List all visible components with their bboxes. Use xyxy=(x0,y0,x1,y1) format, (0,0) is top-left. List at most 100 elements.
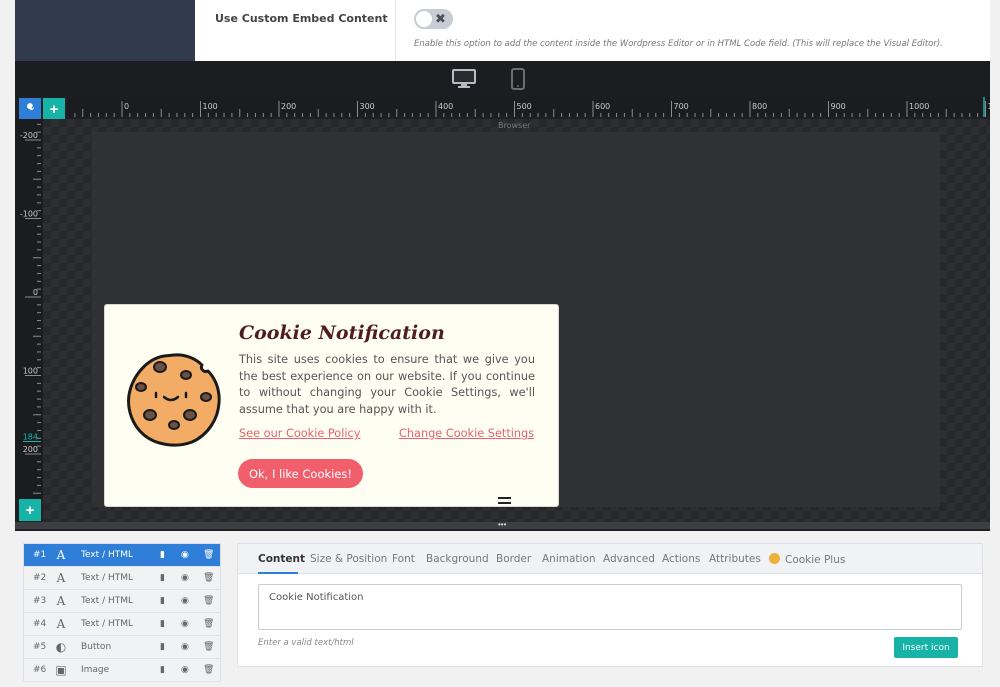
tab-cookie-plus[interactable]: Cookie Plus xyxy=(769,553,845,566)
duplicate-icon[interactable]: ▮ xyxy=(160,642,165,652)
layer-name: Image xyxy=(81,665,110,675)
tab-background[interactable]: Background xyxy=(426,553,489,565)
tab-label: Content xyxy=(258,553,306,565)
tab-attributes[interactable]: Attributes xyxy=(709,553,761,565)
toggle-knob xyxy=(416,11,432,27)
tab-label: Font xyxy=(392,553,415,565)
desktop-icon[interactable] xyxy=(452,69,476,89)
editor-settings-button[interactable] xyxy=(19,98,41,120)
trash-icon[interactable]: 🗑 xyxy=(203,550,214,560)
tab-advanced[interactable]: Advanced xyxy=(603,553,655,565)
eye-icon[interactable]: ◉ xyxy=(181,619,189,629)
close-icon: ✖ xyxy=(435,11,446,26)
popup-body-text: This site uses cookies to ensure that we… xyxy=(239,353,535,416)
tab-border[interactable]: Border xyxy=(496,553,531,565)
tab-animation[interactable]: Animation xyxy=(542,553,596,565)
duplicate-icon[interactable]: ▮ xyxy=(160,619,165,629)
ruler-label: 200 xyxy=(23,445,38,454)
text-icon: A xyxy=(56,548,66,562)
tab-size-position[interactable]: Size & Position xyxy=(310,553,387,565)
tab-label: Size & Position xyxy=(310,553,388,565)
eye-icon[interactable]: ◉ xyxy=(181,550,189,560)
layer-number: #6 xyxy=(33,665,47,675)
browser-label: Browser xyxy=(498,121,531,130)
page-root: Use Custom Embed Content ✖ Enable this o… xyxy=(0,0,1000,687)
custom-embed-settings-row: Use Custom Embed Content ✖ Enable this o… xyxy=(15,0,990,61)
cookie-popup[interactable]: Cookie Notification This site uses cooki… xyxy=(104,304,559,507)
add-layer-bottom-button[interactable]: + xyxy=(19,499,41,521)
layer-row[interactable]: #5 ◐ Button ▮ ◉ 🗑 xyxy=(24,636,220,659)
plus-icon: + xyxy=(49,100,59,118)
eye-icon[interactable]: ◉ xyxy=(181,596,189,606)
resize-handle-icon[interactable]: ••• xyxy=(498,521,508,529)
layer-name: Text / HTML xyxy=(81,550,134,560)
ruler-label: 400 xyxy=(438,102,453,111)
layer-row[interactable]: #2 A Text / HTML ▮ ◉ 🗑 xyxy=(24,567,220,590)
layer-row[interactable]: #1 A Text / HTML ▮ ◉ 🗑 xyxy=(24,544,220,567)
ruler-label: 200 xyxy=(281,102,296,111)
layer-options-panel: Content Size & Position Font Background Bord… xyxy=(237,543,983,667)
ruler-position-label: 184 xyxy=(23,432,38,441)
tab-label: Actions xyxy=(662,553,701,565)
ruler-label: -100 xyxy=(20,210,38,219)
layer-number: #2 xyxy=(33,573,47,583)
ruler-label: 900 xyxy=(831,102,846,111)
device-switcher-bar xyxy=(15,61,990,97)
tab-font[interactable]: Font xyxy=(392,553,415,565)
plus-icon: + xyxy=(25,501,35,519)
trash-icon[interactable]: 🗑 xyxy=(203,642,214,652)
custom-embed-toggle[interactable]: ✖ xyxy=(414,9,453,29)
duplicate-icon[interactable]: ▮ xyxy=(160,550,165,560)
layer-name: Text / HTML xyxy=(81,619,134,629)
horizontal-ruler[interactable]: 0 100 200 300 400 500 600 700 800 900 1000 1100 xyxy=(67,97,990,117)
layer-row[interactable]: #4 A Text / HTML ▮ ◉ 🗑 xyxy=(24,613,220,636)
eye-icon[interactable]: ◉ xyxy=(181,665,189,675)
text-icon: A xyxy=(56,571,66,585)
ruler-label: 1100 xyxy=(988,102,991,111)
mobile-icon[interactable] xyxy=(511,68,525,90)
ruler-label: 0 xyxy=(33,288,38,297)
ruler-label: 800 xyxy=(752,102,767,111)
popup-drag-handle-icon[interactable] xyxy=(498,497,511,504)
layer-number: #3 xyxy=(33,596,47,606)
layer-number: #1 xyxy=(33,550,47,560)
eye-icon[interactable]: ◉ xyxy=(181,642,189,652)
trash-icon[interactable]: 🗑 xyxy=(203,596,214,606)
page-scrollbar-gutter xyxy=(990,0,1000,687)
cookie-settings-link[interactable]: Change Cookie Settings xyxy=(399,427,534,440)
tab-label: Cookie Plus xyxy=(785,554,846,566)
accept-cookies-button[interactable]: Ok, I like Cookies! xyxy=(238,459,363,488)
content-help-text: Enter a valid text/html xyxy=(258,638,354,648)
ruler-label: 100 xyxy=(23,367,38,376)
cookie-icon xyxy=(769,553,780,564)
layer-row[interactable]: #6 ▣ Image ▮ ◉ 🗑 xyxy=(24,659,220,682)
tab-label: Animation xyxy=(542,553,596,565)
layer-name: Button xyxy=(81,642,112,652)
trash-icon[interactable]: 🗑 xyxy=(203,573,214,583)
ruler-label: 600 xyxy=(595,102,610,111)
button-icon: ◐ xyxy=(55,640,67,654)
add-layer-top-button[interactable]: + xyxy=(43,98,65,120)
layer-row[interactable]: #3 A Text / HTML ▮ ◉ 🗑 xyxy=(24,590,220,613)
trash-icon[interactable]: 🗑 xyxy=(203,665,214,675)
custom-embed-description: Enable this option to add the content in… xyxy=(414,39,943,49)
tab-label: Advanced xyxy=(603,553,655,565)
tab-label: Background xyxy=(426,553,489,565)
tab-content[interactable]: Content xyxy=(258,553,305,565)
cookie-icon xyxy=(127,353,221,447)
insert-icon-button[interactable]: Insert icon xyxy=(894,637,958,658)
trash-icon[interactable]: 🗑 xyxy=(203,619,214,629)
tab-actions[interactable]: Actions xyxy=(662,553,700,565)
tab-label: Border xyxy=(496,553,532,565)
active-tab-indicator xyxy=(258,572,298,574)
ruler-label: -200 xyxy=(20,131,38,140)
duplicate-icon[interactable]: ▮ xyxy=(160,596,165,606)
layer-content-textarea[interactable]: Cookie Notification xyxy=(258,584,962,630)
duplicate-icon[interactable]: ▮ xyxy=(160,573,165,583)
eye-icon[interactable]: ◉ xyxy=(181,573,189,583)
duplicate-icon[interactable]: ▮ xyxy=(160,665,165,675)
ruler-label: 1000 xyxy=(909,102,929,111)
layer-number: #5 xyxy=(33,642,47,652)
cookie-policy-link[interactable]: See our Cookie Policy xyxy=(239,427,360,440)
vertical-ruler[interactable]: -200 -100 0 100 200 184 xyxy=(15,119,43,499)
